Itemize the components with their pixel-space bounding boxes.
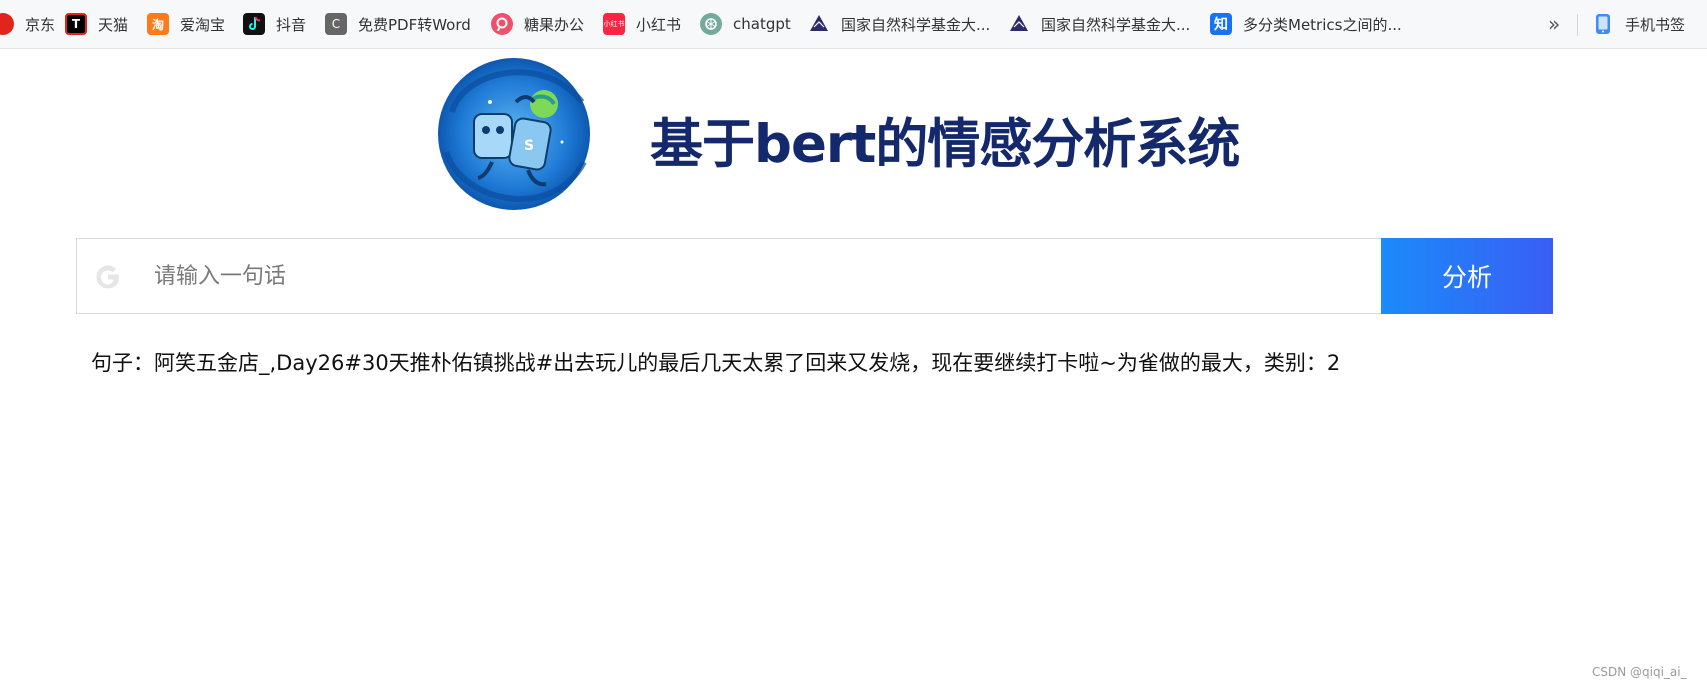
analysis-result: 句子：阿笑五金店_,Day26#30天推朴佑镇挑战#出去玩儿的最后几天太累了回来…	[91, 351, 1341, 375]
analyze-button[interactable]: 分析	[1381, 238, 1553, 314]
phone-icon	[1592, 13, 1614, 35]
bookmark-label: 国家自然科学基金大...	[841, 15, 991, 34]
bookmark-label: chatgpt	[733, 15, 791, 33]
taobao-icon: 淘	[147, 13, 169, 35]
bookmark-xiaohongshu[interactable]: 小红书 小红书	[603, 12, 681, 36]
bookmark-label: 手机书签	[1625, 15, 1686, 34]
chatgpt-icon	[700, 13, 722, 35]
bookmark-label: 抖音	[276, 15, 307, 34]
page-title: 基于bert的情感分析系统	[650, 114, 1240, 175]
bookmark-tmall[interactable]: T 天猫	[65, 12, 128, 36]
bookmarks-bar: 京东 T 天猫 淘 爱淘宝 抖音 C 免费PDF转Word 糖果办公 小红书 小…	[0, 0, 1707, 49]
bookmark-chatgpt[interactable]: chatgpt	[700, 12, 791, 36]
nsfc-icon	[1008, 13, 1030, 35]
bookmark-jd[interactable]: 京东	[0, 12, 55, 36]
jd-icon	[0, 13, 14, 35]
bookmark-nsfc-2[interactable]: 国家自然科学基金大...	[1008, 12, 1190, 36]
robot-logo-icon: S	[432, 52, 596, 216]
bookmark-pdf-to-word[interactable]: C 免费PDF转Word	[325, 12, 471, 36]
bookmark-label: 小红书	[636, 15, 682, 34]
bookmark-mobile[interactable]: 手机书签	[1592, 12, 1685, 36]
bookmark-zhihu[interactable]: 知 多分类Metrics之间的...	[1210, 12, 1402, 36]
bookmark-taobao[interactable]: 淘 爱淘宝	[147, 12, 225, 36]
more-bookmarks-button[interactable]: »	[1548, 12, 1560, 36]
bookmark-label: 多分类Metrics之间的...	[1243, 15, 1402, 34]
divider	[1577, 14, 1578, 36]
bookmark-douyin[interactable]: 抖音	[243, 12, 306, 36]
nsfc-icon	[808, 13, 830, 35]
xiaohongshu-icon: 小红书	[603, 13, 625, 35]
bookmark-label: 糖果办公	[524, 15, 585, 34]
google-icon	[91, 260, 125, 294]
pdf-convert-icon: C	[325, 13, 347, 35]
bookmark-label: 爱淘宝	[180, 15, 226, 34]
bookmark-label: 国家自然科学基金大...	[1041, 15, 1191, 34]
candy-office-icon	[491, 13, 513, 35]
sentence-input[interactable]	[154, 239, 1379, 313]
watermark: CSDN @qiqi_ai_	[1592, 665, 1687, 679]
svg-text:S: S	[524, 138, 534, 154]
bookmark-label: 京东	[25, 15, 56, 34]
tmall-icon: T	[65, 13, 87, 35]
bookmark-nsfc-1[interactable]: 国家自然科学基金大...	[808, 12, 990, 36]
bookmark-label: 免费PDF转Word	[358, 15, 471, 34]
douyin-icon	[243, 13, 265, 35]
search-bar: 分析	[76, 238, 1553, 314]
zhihu-icon: 知	[1210, 13, 1232, 35]
bookmark-candy-office[interactable]: 糖果办公	[491, 12, 584, 36]
bookmark-label: 天猫	[98, 15, 129, 34]
